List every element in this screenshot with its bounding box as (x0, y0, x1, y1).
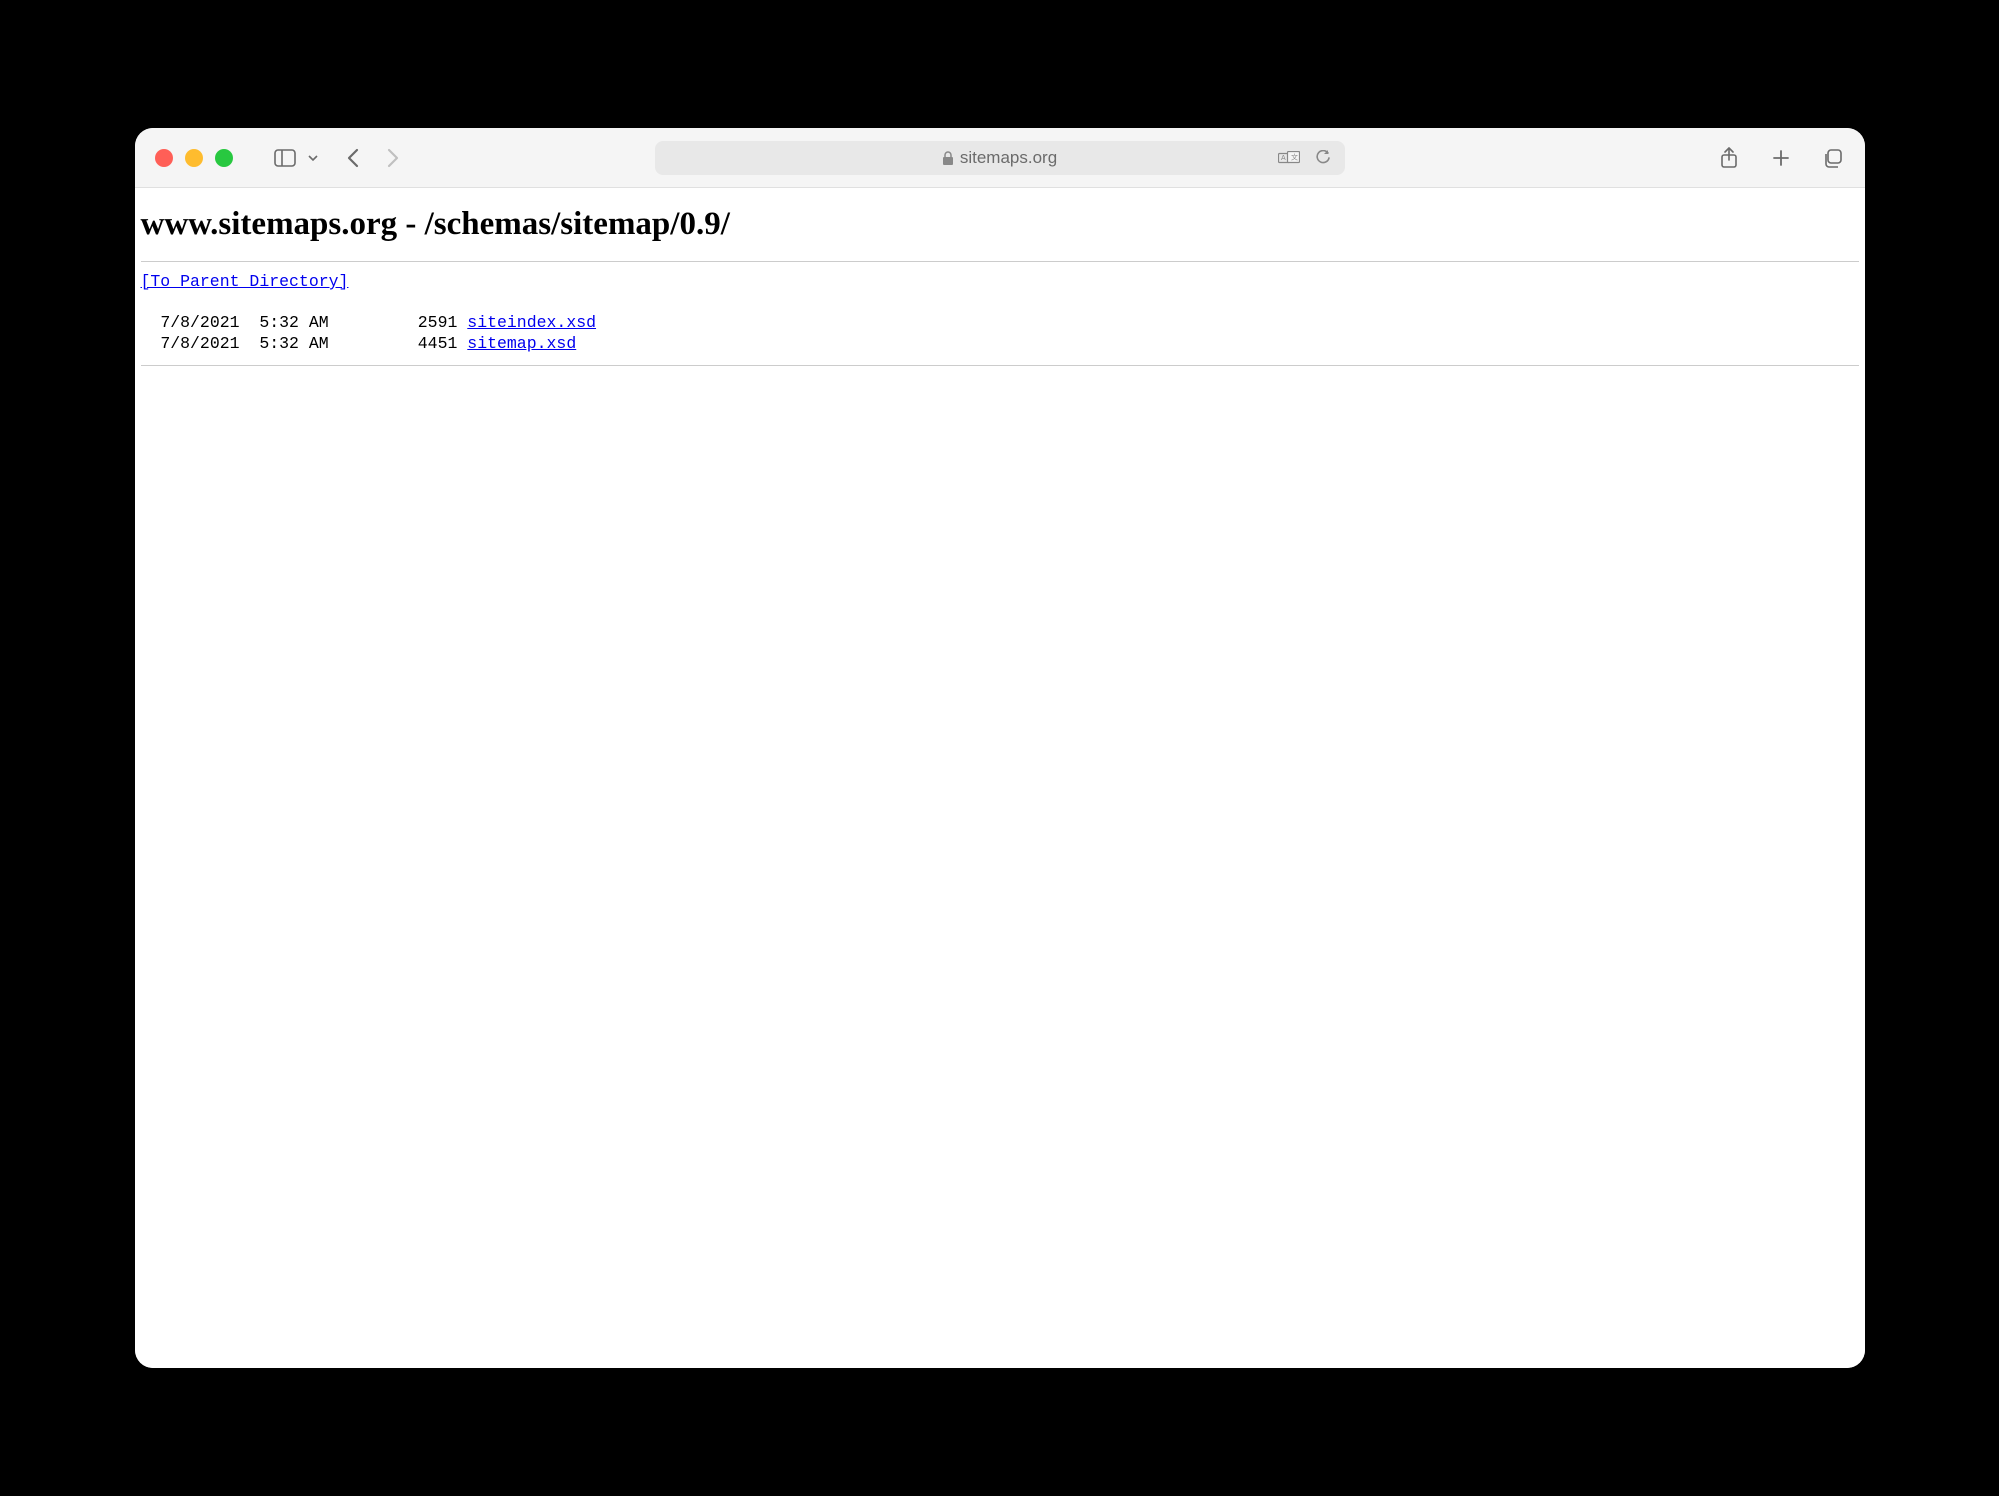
address-bar[interactable]: sitemaps.org A 文 (655, 141, 1345, 175)
address-content: sitemaps.org (942, 148, 1057, 168)
forward-button[interactable] (381, 146, 405, 170)
browser-toolbar: sitemaps.org A 文 (135, 128, 1865, 188)
listing-time: 5:32 AM (259, 313, 328, 332)
browser-window: sitemaps.org A 文 (135, 128, 1865, 1368)
svg-text:文: 文 (1291, 152, 1298, 161)
chevron-down-icon[interactable] (301, 146, 325, 170)
reader-translate-icon[interactable]: A 文 (1277, 146, 1301, 170)
page-title: www.sitemaps.org - /schemas/sitemap/0.9/ (141, 206, 1859, 243)
listing-size: 2591 (418, 313, 458, 332)
listing-time: 5:32 AM (259, 334, 328, 353)
file-link-sitemap[interactable]: sitemap.xsd (467, 334, 576, 353)
parent-directory-link[interactable]: [To Parent Directory] (141, 272, 349, 291)
svg-text:A: A (1281, 155, 1286, 162)
lock-icon (942, 151, 954, 165)
tabs-overview-button[interactable] (1821, 146, 1845, 170)
address-domain: sitemaps.org (960, 148, 1057, 168)
window-controls (155, 149, 233, 167)
navigation-controls (273, 146, 405, 170)
reload-button[interactable] (1311, 146, 1335, 170)
sidebar-toggle-button[interactable] (273, 146, 297, 170)
divider (141, 261, 1859, 262)
back-button[interactable] (341, 146, 365, 170)
maximize-window-button[interactable] (215, 149, 233, 167)
page-content: www.sitemaps.org - /schemas/sitemap/0.9/… (135, 188, 1865, 1368)
listing-size: 4451 (418, 334, 458, 353)
minimize-window-button[interactable] (185, 149, 203, 167)
listing-row: 7/8/2021 5:32 AM 4451 sitemap.xsd (141, 334, 577, 353)
listing-date: 7/8/2021 (160, 313, 239, 332)
close-window-button[interactable] (155, 149, 173, 167)
address-bar-right-icons: A 文 (1277, 146, 1335, 170)
share-button[interactable] (1717, 146, 1741, 170)
divider (141, 365, 1859, 366)
new-tab-button[interactable] (1769, 146, 1793, 170)
listing-date: 7/8/2021 (160, 334, 239, 353)
listing-row: 7/8/2021 5:32 AM 2591 siteindex.xsd (141, 313, 597, 332)
file-link-siteindex[interactable]: siteindex.xsd (467, 313, 596, 332)
directory-listing: [To Parent Directory] 7/8/2021 5:32 AM 2… (141, 272, 1859, 355)
toolbar-right-icons (1717, 146, 1845, 170)
